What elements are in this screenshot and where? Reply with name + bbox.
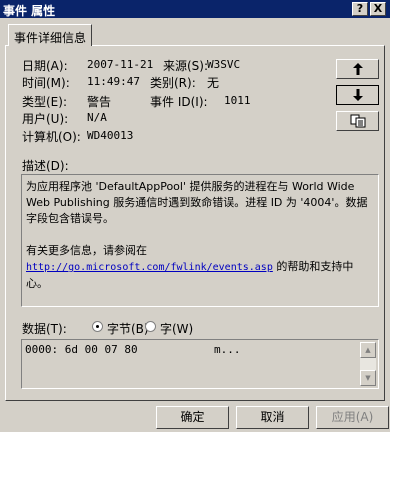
title-bar: 事件 属性 ? X — [0, 0, 390, 18]
copy-icon — [350, 114, 365, 128]
date-label: 日期(A): — [22, 59, 68, 73]
event-id-label: 事件 ID(I): — [150, 95, 208, 109]
date-value: 2007-11-21 — [87, 58, 154, 71]
scroll-down-button[interactable]: ▼ — [360, 370, 376, 386]
category-value: 无 — [207, 76, 220, 90]
tab-event-details[interactable]: 事件详细信息 — [8, 24, 92, 46]
time-label: 时间(M): — [22, 76, 70, 90]
window-title: 事件 属性 — [3, 4, 56, 18]
previous-event-button[interactable] — [336, 59, 379, 79]
description-help-line: 有关更多信息，请参阅在 http://go.microsoft.com/fwli… — [26, 243, 374, 292]
close-button[interactable]: X — [370, 2, 386, 16]
source-label: 来源(S): — [163, 59, 209, 73]
time-value: 11:49:47 — [87, 75, 140, 88]
category-label: 类别(R): — [150, 76, 196, 90]
copy-to-clipboard-button[interactable] — [336, 111, 379, 131]
description-text[interactable]: 为应用程序池 'DefaultAppPool' 提供服务的进程在与 World … — [21, 174, 379, 307]
computer-value: WD40013 — [87, 129, 134, 142]
event-id-value: 1011 — [224, 94, 251, 107]
arrow-down-icon — [352, 89, 363, 101]
help-link[interactable]: http://go.microsoft.com/fwlink/events.as… — [26, 262, 273, 273]
description-label: 描述(D): — [22, 159, 69, 173]
words-radio[interactable] — [145, 321, 156, 332]
help-button[interactable]: ? — [352, 2, 368, 16]
bytes-radio[interactable] — [92, 321, 103, 332]
data-viewer[interactable]: 0000: 6d 00 07 80 m... ▲ ▼ — [21, 339, 379, 389]
description-help-prefix: 有关更多信息，请参阅在 — [26, 244, 147, 257]
cancel-button[interactable]: 取消 — [236, 406, 309, 429]
data-ascii-line: m... — [214, 343, 241, 356]
event-properties-dialog: 事件 属性 ? X 事件详细信息 日期(A): 2007-11-21 来源(S)… — [0, 0, 390, 432]
user-value: N/A — [87, 111, 107, 124]
scroll-up-button[interactable]: ▲ — [360, 342, 376, 358]
words-radio-label[interactable]: 字(W) — [160, 320, 193, 337]
type-value: 警告 — [87, 95, 112, 109]
ok-button[interactable]: 确定 — [156, 406, 229, 429]
bytes-radio-label[interactable]: 字节(B) — [107, 320, 149, 337]
description-main: 为应用程序池 'DefaultAppPool' 提供服务的进程在与 World … — [26, 180, 368, 225]
data-hex-line: 0000: 6d 00 07 80 — [25, 343, 138, 356]
type-label: 类型(E): — [22, 95, 67, 109]
source-value: W3SVC — [207, 58, 241, 71]
user-label: 用户(U): — [22, 112, 69, 126]
computer-label: 计算机(O): — [22, 130, 81, 144]
arrow-up-icon — [352, 63, 363, 75]
data-label: 数据(T): — [22, 322, 67, 336]
apply-button[interactable]: 应用(A) — [316, 406, 389, 429]
data-scrollbar[interactable]: ▲ ▼ — [360, 342, 376, 386]
next-event-button[interactable] — [336, 85, 379, 105]
